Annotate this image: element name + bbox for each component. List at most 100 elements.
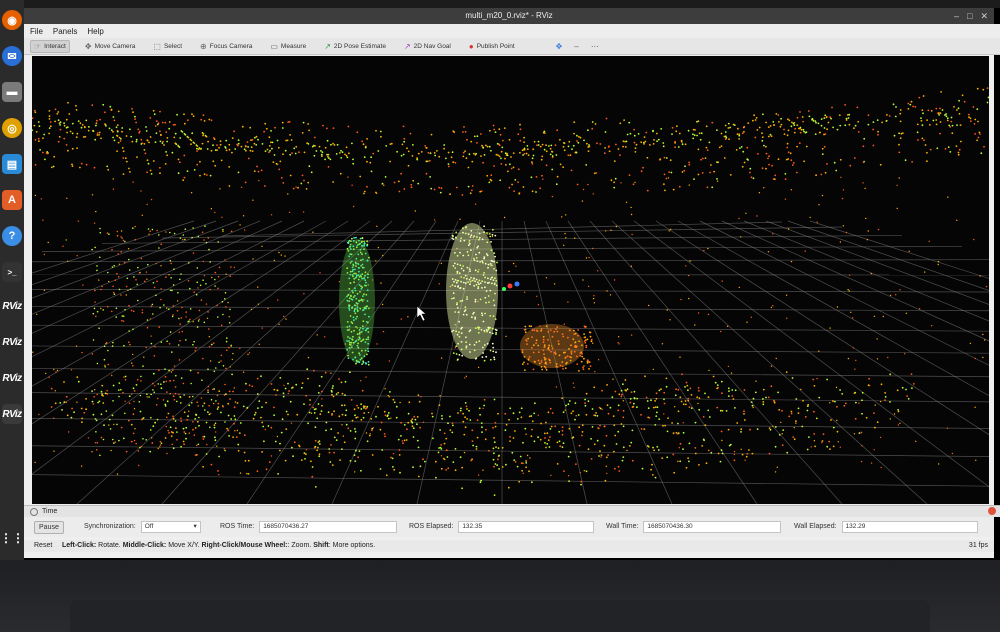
measure-tool-button[interactable]: ▭ Measure [267,41,309,52]
point [320,410,323,412]
point [974,118,977,121]
point [946,119,949,122]
point [664,424,666,427]
mail-icon[interactable]: ✉ [2,46,22,66]
rviz-icon[interactable]: RViz [2,332,22,352]
point [926,151,928,154]
ros-elapsed-field[interactable]: 132.35 [458,521,595,533]
point [498,454,500,457]
point [495,446,497,449]
sync-select[interactable]: Off ▾ [140,521,201,533]
menu-panels[interactable]: Panels [53,27,77,36]
point [234,418,237,421]
point [152,313,154,315]
maximize-icon[interactable]: □ [967,8,972,24]
menu-file[interactable]: File [30,27,43,36]
point [796,171,798,174]
point [836,306,839,308]
tool-options-icon[interactable]: ⋯ [591,42,599,51]
point [537,140,540,143]
point [186,418,189,421]
close-panel-icon[interactable] [988,507,996,515]
focus-camera-tool-button[interactable]: ⊕ Focus Camera [197,41,255,52]
point [340,149,342,152]
point [815,121,817,124]
point [802,128,805,131]
point [897,409,899,411]
point [924,271,926,273]
point [720,330,722,333]
document-icon[interactable]: ▤ [2,154,22,174]
add-tool-icon[interactable]: ✥ [556,42,563,51]
point [425,160,428,163]
pose-estimate-tool-button[interactable]: ↗ 2D Pose Estimate [321,41,389,52]
point [498,155,501,158]
point [792,436,795,438]
point [181,330,184,333]
point [140,375,142,378]
firefox-icon[interactable]: ◉ [2,10,22,30]
point [768,163,770,166]
point [403,140,406,143]
rviz-icon[interactable]: RViz [2,368,22,388]
reset-button[interactable]: Reset [34,540,52,552]
remove-tool-icon[interactable]: – [574,42,578,51]
ros-time-field[interactable]: 1685070436.27 [259,521,398,533]
menu-help[interactable]: Help [87,27,103,36]
help-icon[interactable]: ? [2,226,22,246]
point [155,120,158,122]
select-tool-button[interactable]: ⬚ Select [150,41,185,52]
point [624,146,627,148]
point [434,460,437,463]
point [214,271,217,274]
point [818,350,820,352]
rviz-icon[interactable]: RViz [2,296,22,316]
point [57,111,60,113]
interact-tool-button[interactable]: ☞ Interact [30,39,70,53]
point [216,144,218,146]
point [121,130,123,133]
point [210,208,213,210]
wall-elapsed-field[interactable]: 132.29 [841,521,978,533]
point [796,116,799,119]
point [273,388,276,391]
move-camera-tool-button[interactable]: ✥ Move Camera [82,41,139,52]
point [669,319,671,321]
publish-point-tool-button[interactable]: ● Publish Point [466,41,518,52]
pause-button[interactable]: Pause [34,521,64,534]
point [877,130,879,133]
show-apps-icon[interactable]: ⋮⋮ [0,528,24,548]
3d-render-viewport[interactable] [32,56,989,504]
point [270,214,273,216]
point [312,231,314,233]
point [199,284,202,287]
close-icon[interactable]: ✕ [980,8,988,24]
point [186,119,189,122]
software-store-icon[interactable]: A [2,190,22,210]
grid-line [699,220,989,366]
files-icon[interactable]: ▬ [2,82,22,102]
point [536,295,538,297]
rviz-icon[interactable]: RViz [2,404,22,424]
point [721,452,724,455]
minimize-icon[interactable]: – [954,8,959,24]
point [480,422,483,424]
point [140,257,143,260]
point [549,153,552,156]
point [380,282,382,284]
point [256,470,259,473]
point [382,330,385,333]
point [679,442,682,445]
point [834,400,836,403]
point [370,418,373,420]
music-icon[interactable]: ◎ [2,118,22,138]
terminal-icon[interactable]: >_ [2,262,22,282]
wall-time-field[interactable]: 1685070436.30 [643,521,782,533]
nav-goal-tool-button[interactable]: ↗ 2D Nav Goal [401,41,454,52]
point [65,118,68,121]
point [588,256,590,259]
point [36,313,38,315]
point [261,245,263,247]
system-top-bar [0,0,1000,8]
point [314,439,317,442]
